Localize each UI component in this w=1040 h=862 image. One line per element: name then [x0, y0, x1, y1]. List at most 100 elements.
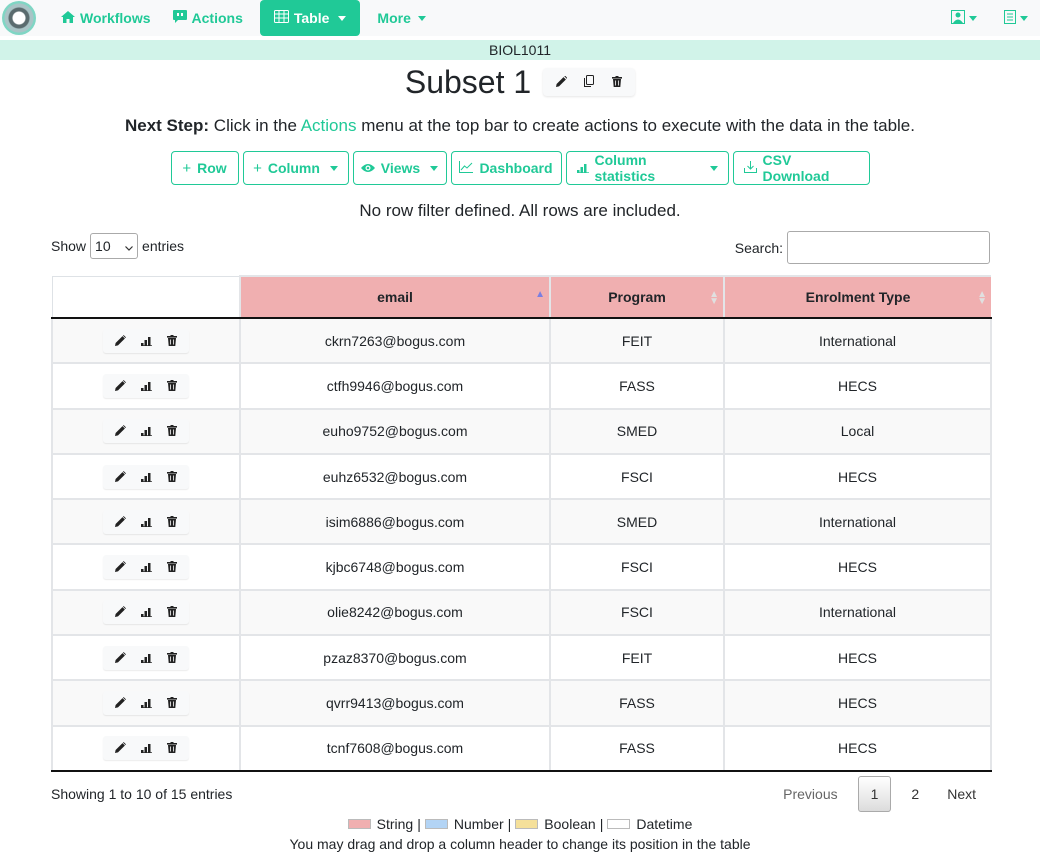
row-stats-button[interactable]: [135, 559, 157, 575]
delete-row-button[interactable]: [161, 378, 183, 394]
pencil-icon: [114, 514, 126, 530]
edit-row-button[interactable]: [109, 423, 131, 439]
dashboard-button[interactable]: Dashboard: [450, 151, 562, 185]
cell-email: pzaz8370@bogus.com: [239, 634, 551, 682]
column-header-enrolment-type[interactable]: Enrolment Type ▲ ▼: [723, 275, 991, 319]
row-operations-group: [103, 419, 189, 444]
plus-icon: +: [253, 159, 262, 177]
edit-row-button[interactable]: [109, 650, 131, 666]
user-menu[interactable]: [951, 9, 977, 27]
trash-icon: [167, 469, 177, 485]
datatable-controls: Show 10 entries Search:: [50, 231, 990, 275]
row-operations-group: [103, 736, 189, 761]
edit-row-button[interactable]: [109, 378, 131, 394]
nav-actions[interactable]: Actions: [162, 0, 254, 36]
row-stats-button[interactable]: [135, 740, 157, 756]
legend-separator: |: [417, 815, 421, 832]
row-stats-button[interactable]: [135, 469, 157, 485]
delete-row-button[interactable]: [161, 514, 183, 530]
legend-label: Datetime: [636, 815, 693, 832]
search-input[interactable]: [787, 231, 990, 264]
page-length-select[interactable]: 10: [90, 233, 139, 259]
delete-row-button[interactable]: [161, 469, 183, 485]
page-length-value: 10: [95, 238, 111, 254]
next-step-text: menu at the top bar to create actions to…: [356, 116, 915, 135]
cell-email: ckrn7263@bogus.com: [239, 316, 551, 365]
table-info: Showing 1 to 10 of 15 entries: [51, 785, 233, 802]
comment-quote-icon: [172, 10, 187, 26]
clone-view-button[interactable]: [577, 72, 601, 92]
row-stats-button[interactable]: [135, 514, 157, 530]
edit-row-button[interactable]: [109, 604, 131, 620]
cell-program: FSCI: [549, 543, 725, 591]
edit-row-button[interactable]: [109, 514, 131, 530]
title-actions: [543, 68, 636, 96]
edit-row-button[interactable]: [109, 469, 131, 485]
string-swatch: [347, 818, 371, 829]
edit-row-button[interactable]: [109, 695, 131, 711]
show-label: Show: [51, 238, 87, 254]
delete-row-button[interactable]: [161, 333, 183, 349]
row-stats-button[interactable]: [135, 378, 157, 394]
next-page-button[interactable]: Next: [933, 776, 990, 812]
row-stats-button[interactable]: [135, 650, 157, 666]
row-stats-button[interactable]: [135, 333, 157, 349]
legend-label: Boolean: [544, 815, 596, 832]
cell-enrolment-type: HECS: [723, 543, 992, 591]
pencil-icon: [114, 423, 126, 439]
operations-header: [51, 275, 240, 319]
edit-row-button[interactable]: [109, 333, 131, 349]
chevron-down-icon: [417, 15, 426, 21]
column-type-legend: String | Number | Boolean | Datetime: [0, 816, 1040, 832]
nav-more[interactable]: More: [366, 0, 436, 36]
row-operations: [51, 679, 241, 727]
views-button[interactable]: Views: [352, 151, 447, 185]
delete-row-button[interactable]: [161, 604, 183, 620]
nav-workflows[interactable]: Workflows: [50, 0, 162, 36]
copy-icon: [584, 74, 595, 90]
delete-row-button[interactable]: [161, 559, 183, 575]
row-stats-button[interactable]: [135, 423, 157, 439]
boolean-swatch: [515, 818, 539, 829]
page-length-control: Show 10 entries: [51, 233, 184, 259]
delete-row-button[interactable]: [161, 650, 183, 666]
csv-download-button[interactable]: CSV Download: [732, 151, 870, 185]
row-stats-button[interactable]: [135, 695, 157, 711]
bar-chart-icon: [140, 604, 152, 620]
actions-link[interactable]: Actions: [301, 116, 357, 135]
cell-program: FASS: [549, 362, 725, 410]
page-1-button[interactable]: 1: [857, 775, 892, 812]
delete-row-button[interactable]: [161, 695, 183, 711]
pencil-icon: [114, 604, 126, 620]
delete-row-button[interactable]: [161, 740, 183, 756]
edit-view-button[interactable]: [549, 72, 573, 92]
nav-table[interactable]: Table: [259, 0, 361, 36]
course-banner: BIOL1011: [0, 40, 1040, 60]
add-row-label: Row: [197, 160, 227, 176]
nav-more-label: More: [377, 10, 411, 26]
edit-row-button[interactable]: [109, 740, 131, 756]
delete-view-button[interactable]: [605, 72, 629, 92]
page-2-button[interactable]: 2: [897, 776, 933, 812]
edit-row-button[interactable]: [109, 559, 131, 575]
app-logo[interactable]: [2, 1, 36, 35]
chevron-down-icon: [709, 165, 718, 171]
bar-chart-icon: [140, 423, 152, 439]
column-statistics-button[interactable]: Column statistics: [565, 151, 729, 185]
next-step-text: Click in the: [209, 116, 301, 135]
row-stats-button[interactable]: [135, 604, 157, 620]
cell-program: FEIT: [549, 634, 725, 682]
document-menu[interactable]: [1003, 9, 1028, 27]
add-row-button[interactable]: + Row: [170, 151, 239, 185]
delete-row-button[interactable]: [161, 423, 183, 439]
add-column-button[interactable]: + Column: [242, 151, 349, 185]
column-header-email[interactable]: email ▲: [239, 275, 550, 319]
trash-icon: [167, 604, 177, 620]
trash-icon: [167, 695, 177, 711]
next-step-message: Next Step: Click in the Actions menu at …: [0, 116, 1040, 136]
table-row: euhz6532@bogus.com FSCI HECS: [51, 452, 992, 501]
previous-page-button[interactable]: Previous: [769, 776, 851, 812]
cell-email: kjbc6748@bogus.com: [239, 543, 551, 591]
column-header-program[interactable]: Program ▲ ▼: [549, 275, 724, 319]
chevron-down-icon: [338, 15, 347, 21]
